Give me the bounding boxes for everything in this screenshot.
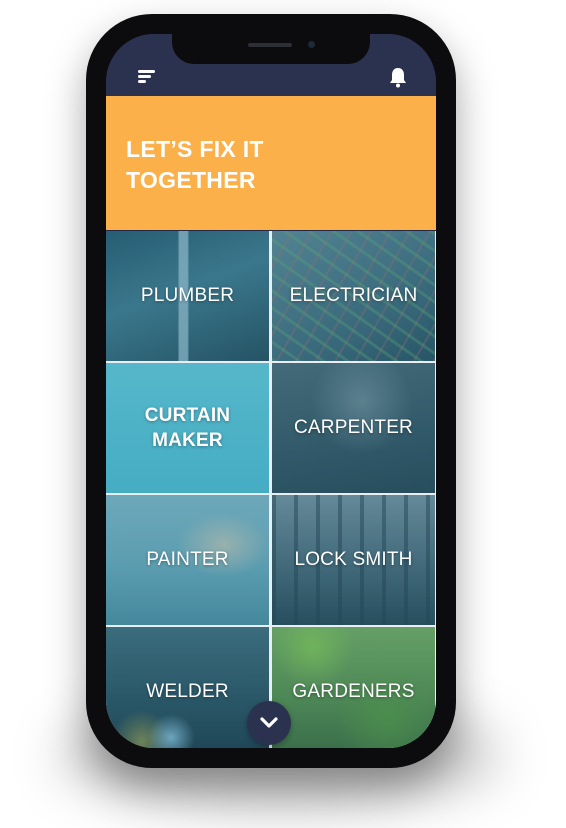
service-tile-lock-smith[interactable]: LOCK SMITH — [272, 495, 435, 625]
services-grid: PLUMBER ELECTRICIAN CURTAIN MAKER CARPEN… — [106, 231, 436, 748]
chevron-down-icon — [260, 717, 278, 728]
bell-icon[interactable] — [388, 66, 408, 88]
service-label: PAINTER — [146, 549, 229, 570]
service-label: PLUMBER — [140, 285, 235, 306]
service-label: GARDENERS — [292, 681, 415, 702]
phone-frame: LET’S FIX IT TOGETHER PLUMBER ELECTRICIA… — [86, 14, 456, 768]
service-label: CARPENTER — [294, 417, 413, 438]
service-tile-carpenter[interactable]: CARPENTER — [272, 363, 435, 493]
scroll-down-button[interactable] — [247, 701, 291, 745]
hero-title: LET’S FIX IT TOGETHER — [126, 136, 264, 193]
service-tile-gardeners[interactable]: GARDENERS — [272, 627, 435, 748]
menu-icon[interactable] — [138, 70, 158, 84]
service-tile-painter[interactable]: PAINTER — [106, 495, 269, 625]
service-tile-welder[interactable]: WELDER — [106, 627, 269, 748]
service-tile-electrician[interactable]: ELECTRICIAN — [272, 231, 435, 361]
service-label: ELECTRICIAN — [289, 285, 418, 306]
service-tile-plumber[interactable]: PLUMBER — [106, 231, 269, 361]
hero-banner: LET’S FIX IT TOGETHER — [106, 96, 436, 230]
service-label: WELDER — [146, 681, 229, 702]
phone-notch — [172, 34, 370, 64]
front-camera — [308, 41, 315, 48]
service-label: CURTAIN MAKER — [144, 405, 231, 451]
service-tile-curtain-maker[interactable]: CURTAIN MAKER — [106, 363, 269, 493]
speaker-grille — [248, 43, 292, 47]
service-label: LOCK SMITH — [294, 549, 413, 570]
app-screen: LET’S FIX IT TOGETHER PLUMBER ELECTRICIA… — [106, 34, 436, 748]
